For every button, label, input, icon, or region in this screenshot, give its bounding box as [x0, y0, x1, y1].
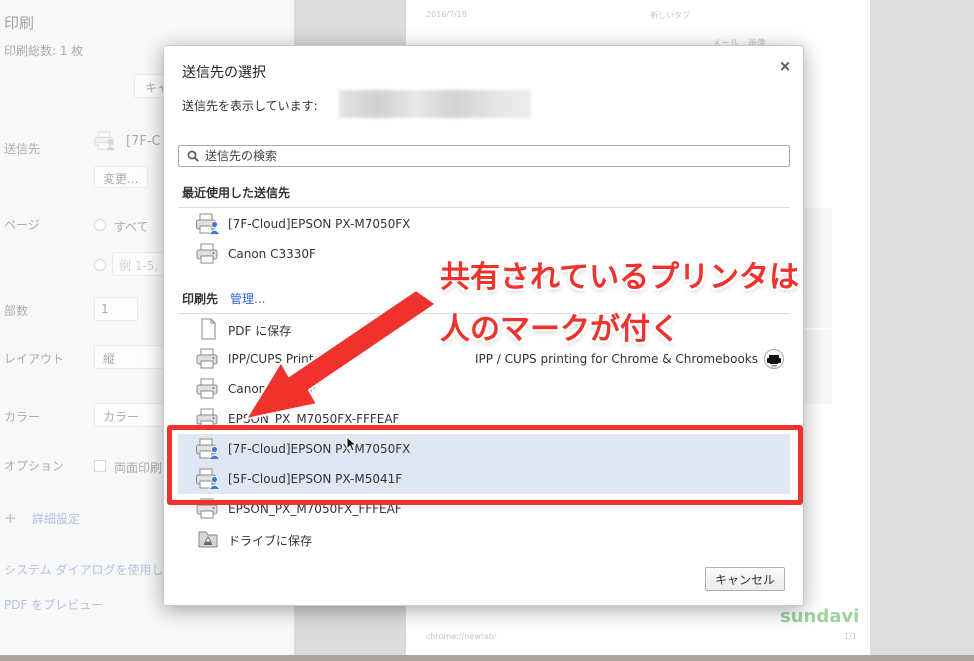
destination-label: [7F-Cloud]EPSON PX-M7050FX — [228, 217, 411, 231]
recent-destinations-title: 最近使用した送信先 — [182, 186, 291, 200]
printer-icon — [196, 378, 220, 400]
section-divider — [178, 207, 790, 208]
shared-printer-icon — [196, 213, 221, 235]
destination-row[interactable]: [7F-Cloud]EPSON PX-M7050FX — [178, 209, 790, 239]
callout-line-1: 共有されているプリンタは — [440, 260, 800, 295]
document-icon — [196, 318, 220, 340]
dialog-title: 送信先の選択 — [182, 65, 266, 81]
printer-icon — [196, 348, 220, 370]
search-input[interactable] — [205, 148, 775, 164]
search-icon — [187, 150, 199, 162]
showing-destinations-label: 送信先を表示しています: — [182, 99, 318, 113]
cancel-button[interactable]: キャンセル — [705, 567, 785, 591]
destination-label: Canon C3330F — [228, 247, 316, 261]
destination-label: PDF に保存 — [228, 324, 292, 338]
close-button[interactable]: × — [777, 58, 793, 74]
destination-row[interactable]: Canon C3330F — [178, 374, 790, 404]
manage-link[interactable]: 管理... — [230, 290, 265, 307]
destination-label: Canon C3330F — [228, 382, 316, 396]
highlight-box — [167, 425, 803, 505]
destination-row[interactable]: ドライブに保存 — [178, 524, 790, 554]
printers-title: 印刷先 — [182, 292, 219, 306]
printer-icon — [196, 243, 220, 265]
annotation-callout: 共有されているプリンタは 人のマークが付く — [440, 252, 820, 356]
destination-label: IPP/CUPS Printer — [228, 352, 326, 366]
destination-label: EPSON_PX_M7050FX-FFFEAF — [228, 412, 400, 426]
callout-line-2: 人のマークが付く — [440, 312, 680, 347]
destination-label: ドライブに保存 — [228, 534, 313, 548]
mouse-cursor-icon — [346, 436, 356, 452]
svg-text:IPP: IPP — [771, 365, 776, 369]
search-box[interactable] — [178, 145, 790, 167]
drive-icon — [196, 528, 220, 550]
blurred-account — [339, 90, 531, 118]
